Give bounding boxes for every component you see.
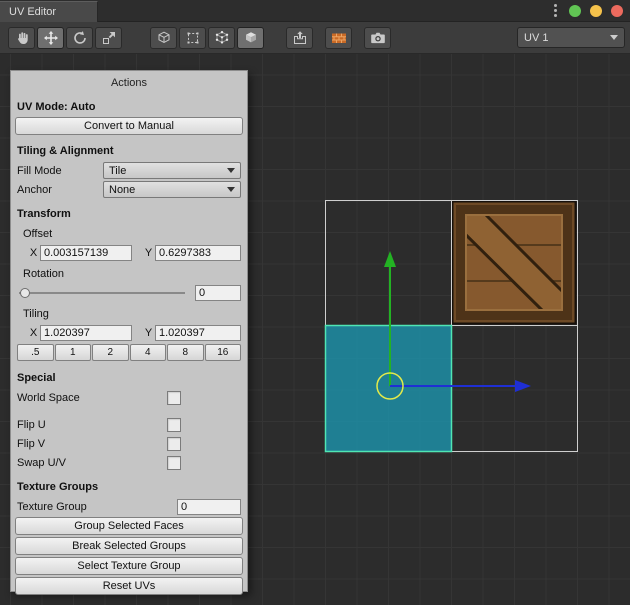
rotate-icon [72,30,88,46]
camera-icon [370,30,386,46]
tiling-x-field[interactable] [40,325,132,341]
rotation-label: Rotation [15,263,243,282]
chevron-down-icon [610,35,618,40]
rotation-slider-thumb[interactable] [20,288,30,298]
anchor-label: Anchor [17,184,103,196]
swap-uv-checkbox[interactable] [167,456,181,470]
flip-u-label: Flip U [17,419,167,431]
special-header: Special [15,364,243,387]
tiling-alignment-header: Tiling & Alignment [15,137,243,160]
panel-title: Actions [15,74,243,96]
preset-8-button[interactable]: 8 [167,344,204,361]
project-uv-button[interactable] [286,27,313,49]
anchor-dropdown[interactable]: None [103,181,241,198]
object-mode-button[interactable] [150,27,177,49]
preset-2-button[interactable]: 2 [92,344,129,361]
scale-tool-button[interactable] [95,27,122,49]
cube-solid-icon [243,30,259,46]
tiling-y-label: Y [142,327,155,339]
convert-to-manual-button[interactable]: Convert to Manual [15,117,243,135]
texture-groups-header: Texture Groups [15,473,243,496]
edge-mode-button[interactable] [208,27,235,49]
rotation-field[interactable] [195,285,241,301]
cube-vertices-icon [214,30,230,46]
scale-icon [101,30,117,46]
offset-label: Offset [15,223,243,242]
vertex-mode-button[interactable] [179,27,206,49]
move-icon [43,30,59,46]
chevron-down-icon [227,168,235,173]
offset-y-label: Y [142,247,155,259]
preset-1-button[interactable]: 1 [55,344,92,361]
maximize-button[interactable] [590,5,602,17]
window-controls [551,4,623,17]
fill-mode-label: Fill Mode [17,165,103,177]
break-selected-groups-button[interactable]: Break Selected Groups [15,537,243,555]
group-selected-faces-button[interactable]: Group Selected Faces [15,517,243,535]
hand-icon [14,30,30,46]
pan-tool-button[interactable] [8,27,35,49]
world-space-label: World Space [17,392,167,404]
swap-uv-label: Swap U/V [17,457,167,469]
transform-header: Transform [15,200,243,223]
move-tool-button[interactable] [37,27,64,49]
uv-channel-dropdown[interactable]: UV 1 [517,27,625,48]
rotate-tool-button[interactable] [66,27,93,49]
offset-y-field[interactable] [155,245,241,261]
uv-channel-value: UV 1 [524,32,548,44]
save-uv-image-button[interactable] [364,27,391,49]
kebab-menu-icon[interactable] [551,4,560,17]
preset-4-button[interactable]: 4 [130,344,167,361]
texture-group-label: Texture Group [17,501,87,513]
cube-outline-icon [156,30,172,46]
flip-v-label: Flip V [17,438,167,450]
tiling-label: Tiling [15,303,243,322]
flip-v-checkbox[interactable] [167,437,181,451]
offset-x-label: X [27,247,40,259]
rotation-slider-track[interactable] [19,292,185,294]
reset-uvs-button[interactable]: Reset UVs [15,577,243,595]
chevron-down-icon [227,187,235,192]
select-texture-group-button[interactable]: Select Texture Group [15,557,243,575]
marquee-icon [185,30,201,46]
anchor-value: None [109,184,135,196]
actions-panel: Actions UV Mode: Auto Convert to Manual … [10,70,248,592]
preset-0.5-button[interactable]: .5 [17,344,54,361]
fill-mode-value: Tile [109,165,126,177]
tab-title: UV Editor [9,6,56,18]
tiling-y-field[interactable] [155,325,241,341]
titlebar: UV Editor [0,0,630,22]
bricks-icon [331,30,347,46]
minimize-button[interactable] [569,5,581,17]
flip-u-checkbox[interactable] [167,418,181,432]
world-space-checkbox[interactable] [167,391,181,405]
tiling-x-label: X [27,327,40,339]
close-button[interactable] [611,5,623,17]
fill-mode-dropdown[interactable]: Tile [103,162,241,179]
rotation-slider[interactable] [19,286,185,300]
face-mode-button[interactable] [237,27,264,49]
offset-x-field[interactable] [40,245,132,261]
preset-16-button[interactable]: 16 [205,344,242,361]
uv-mode-label: UV Mode: Auto [17,98,241,115]
export-box-icon [292,30,308,46]
tiling-presets: .5 1 2 4 8 16 [17,344,241,361]
tab-uv-editor[interactable]: UV Editor [0,1,98,22]
texture-group-field[interactable] [177,499,241,515]
texture-preview-button[interactable] [325,27,352,49]
